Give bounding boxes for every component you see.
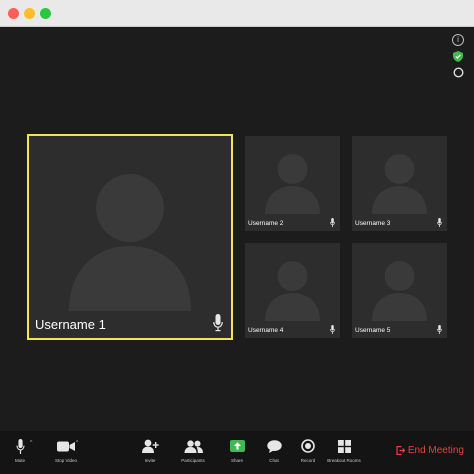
video-tile[interactable]: Username 3: [352, 136, 447, 231]
participant-name: Username 5: [355, 327, 391, 334]
meeting-toolbar: Mute ^ Stop Video ^ Invite Participants …: [0, 431, 474, 474]
microphone-icon: [213, 314, 223, 332]
record-label: Record: [300, 458, 316, 463]
invite-label: Invite: [144, 458, 156, 463]
add-person-icon: [141, 439, 159, 453]
share-label: Share: [230, 458, 243, 463]
title-bar: [0, 0, 474, 27]
avatar-placeholder-icon: [69, 174, 191, 311]
video-tile[interactable]: Username 4: [245, 243, 340, 338]
microphone-icon: [437, 218, 442, 227]
video-tile-active-speaker[interactable]: Username 1: [27, 134, 233, 340]
avatar-placeholder-icon: [265, 261, 320, 321]
breakout-rooms-button[interactable]: Breakout Rooms: [324, 437, 364, 471]
end-meeting-button[interactable]: End Meeting: [396, 445, 464, 456]
video-call-window: i Username 1 Username 2 Username 3 Usern…: [0, 0, 474, 474]
end-meeting-label: End Meeting: [407, 445, 464, 456]
participant-name: Username 3: [355, 220, 391, 227]
mute-options-caret-icon[interactable]: ^: [30, 440, 32, 446]
participants-button[interactable]: Participants: [173, 437, 213, 471]
avatar-placeholder-icon: [265, 154, 320, 214]
record-button[interactable]: Record: [288, 437, 328, 471]
participant-name: Username 2: [248, 220, 284, 227]
chat-bubble-icon: [266, 439, 282, 453]
video-tile[interactable]: Username 5: [352, 243, 447, 338]
stop-video-label: Stop Video: [55, 458, 77, 463]
participants-label: Participants: [181, 458, 205, 463]
microphone-icon: [330, 218, 335, 227]
microphone-icon: [437, 325, 442, 334]
microphone-icon: [15, 438, 25, 454]
exit-icon: [396, 446, 405, 455]
microphone-icon: [330, 325, 335, 334]
avatar-placeholder-icon: [372, 261, 427, 321]
video-options-caret-icon[interactable]: ^: [76, 440, 78, 446]
video-camera-icon: [57, 441, 75, 451]
share-screen-icon: [229, 440, 245, 452]
invite-button[interactable]: Invite: [130, 437, 170, 471]
meeting-status-icons: i: [452, 34, 466, 82]
participants-icon: [184, 439, 203, 453]
mute-button[interactable]: Mute: [0, 437, 40, 471]
breakout-rooms-label: Breakout Rooms: [327, 458, 361, 463]
stop-video-button[interactable]: Stop Video: [46, 437, 86, 471]
avatar-placeholder-icon: [372, 154, 427, 214]
minimize-window-button[interactable]: [24, 8, 35, 19]
record-icon: [301, 439, 315, 453]
shield-icon[interactable]: [452, 50, 464, 62]
info-icon[interactable]: i: [452, 34, 464, 46]
mute-label: Mute: [14, 458, 25, 463]
record-dot-icon[interactable]: [452, 66, 464, 78]
participant-name: Username 1: [35, 317, 106, 332]
video-tile[interactable]: Username 2: [245, 136, 340, 231]
participant-name: Username 4: [248, 327, 284, 334]
share-screen-button[interactable]: Share: [217, 437, 257, 471]
close-window-button[interactable]: [8, 8, 19, 19]
breakout-rooms-grid-icon: [337, 439, 351, 453]
maximize-window-button[interactable]: [40, 8, 51, 19]
